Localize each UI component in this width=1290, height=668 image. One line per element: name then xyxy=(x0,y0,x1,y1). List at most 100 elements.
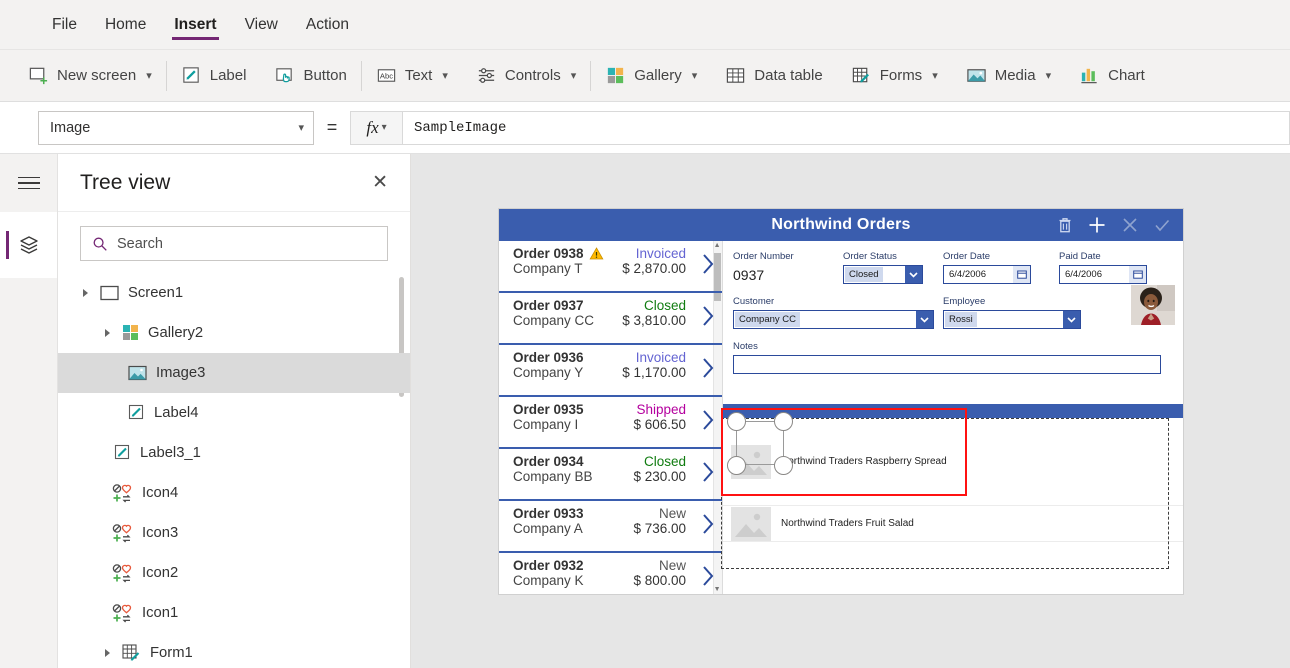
notes-input[interactable] xyxy=(733,355,1161,374)
chevron-down-icon[interactable] xyxy=(916,311,933,328)
property-selector-value: Image xyxy=(50,119,91,136)
property-selector[interactable]: Image ▾ xyxy=(38,110,314,145)
search-icon xyxy=(93,237,107,251)
tree-node-icon1[interactable]: Icon1 xyxy=(58,593,410,633)
chevron-right-icon[interactable] xyxy=(702,357,714,379)
ribbon-data-table-button[interactable]: Data table xyxy=(711,50,836,101)
field-label: Employee xyxy=(943,296,986,307)
calendar-icon[interactable] xyxy=(1013,266,1030,283)
order-row[interactable]: Order 0933 New Company A $ 736.00 xyxy=(499,501,722,553)
employee-dropdown[interactable]: Rossi xyxy=(943,310,1081,329)
tree-node-icon2[interactable]: Icon2 xyxy=(58,553,410,593)
order-row[interactable]: Order 0932 New Company K $ 800.00 xyxy=(499,553,722,594)
chevron-right-icon[interactable] xyxy=(702,461,714,483)
formula-input[interactable]: SampleImage xyxy=(402,110,1290,145)
chevron-expand-icon[interactable] xyxy=(78,289,92,297)
tree-node-label3-1[interactable]: Label3_1 xyxy=(58,433,410,473)
chevron-down-icon[interactable] xyxy=(1063,311,1080,328)
chevron-right-icon[interactable] xyxy=(702,305,714,327)
ribbon-text-button[interactable]: Abc Text ▾ xyxy=(362,50,462,101)
tree-node-label: Icon3 xyxy=(142,525,179,541)
ribbon-controls-button[interactable]: Controls ▾ xyxy=(462,50,590,101)
menu-tab-view[interactable]: View xyxy=(231,0,292,50)
order-row[interactable]: Order 0934 Closed Company BB $ 230.00 xyxy=(499,449,722,501)
icons-icon xyxy=(112,524,132,543)
resize-handle-bottom-right[interactable] xyxy=(774,456,793,475)
order-id: Order 0935 xyxy=(513,402,584,417)
tree-node-label4[interactable]: Label4 xyxy=(58,393,410,433)
svg-text:Abc: Abc xyxy=(380,71,393,80)
ribbon-text-label: Text xyxy=(404,67,433,84)
rail-tree-view-button[interactable] xyxy=(0,212,57,278)
field-label: Order Status xyxy=(843,251,897,262)
ribbon-chart-label: Chart xyxy=(1108,67,1145,84)
check-icon[interactable] xyxy=(1153,216,1171,234)
search-input[interactable]: Search xyxy=(80,226,388,261)
order-row[interactable]: Order 0937 Closed Company CC $ 3,810.00 xyxy=(499,293,722,345)
chevron-right-icon[interactable] xyxy=(702,565,714,587)
customer-dropdown[interactable]: Company CC xyxy=(733,310,934,329)
resize-handle-top-left[interactable] xyxy=(727,412,746,431)
tree-node-gallery2[interactable]: Gallery2 xyxy=(58,313,410,353)
tree-node-icon4[interactable]: Icon4 xyxy=(58,473,410,513)
fx-toggle-button[interactable]: fx ▾ xyxy=(350,110,402,145)
label-icon xyxy=(183,67,199,83)
label-icon xyxy=(128,404,144,420)
order-date-picker[interactable]: 6/4/2006 xyxy=(943,265,1031,284)
plus-icon[interactable] xyxy=(1087,215,1107,235)
tree-node-image3[interactable]: Image3 xyxy=(58,353,410,393)
tree-node-form1[interactable]: Form1 xyxy=(58,633,410,668)
field-order-status: Order Status Closed xyxy=(843,251,943,284)
app-preview-screen: Northwind Orders ▲ ▼ Order 0938 Invoiced… xyxy=(499,209,1183,594)
trash-icon[interactable] xyxy=(1057,216,1073,234)
chevron-right-icon[interactable] xyxy=(702,513,714,535)
close-icon[interactable]: ✕ xyxy=(372,173,388,192)
order-row[interactable]: Order 0935 Shipped Company I $ 606.50 xyxy=(499,397,722,449)
controls-icon xyxy=(478,68,494,83)
calendar-icon[interactable] xyxy=(1129,266,1146,283)
gallery-icon xyxy=(123,325,138,340)
order-row[interactable]: Order 0936 Invoiced Company Y $ 1,170.00 xyxy=(499,345,722,397)
resize-handle-bottom-left[interactable] xyxy=(727,456,746,475)
chevron-down-icon[interactable]: ▾ xyxy=(932,69,938,82)
field-value: 0937 xyxy=(733,267,765,283)
ribbon-media-button[interactable]: Media ▾ xyxy=(952,50,1065,101)
chevron-down-icon[interactable] xyxy=(905,266,922,283)
field-customer: Customer Company CC xyxy=(733,296,943,329)
chevron-right-icon[interactable] xyxy=(702,409,714,431)
ribbon-new-screen-button[interactable]: New screen ▾ xyxy=(0,50,166,101)
icons-icon xyxy=(112,604,132,623)
ribbon-button-button[interactable]: Button xyxy=(260,50,360,101)
ribbon-gallery-button[interactable]: Gallery ▾ xyxy=(591,50,711,101)
paid-date-picker[interactable]: 6/4/2006 xyxy=(1059,265,1147,284)
chevron-right-icon[interactable] xyxy=(702,253,714,275)
menu-tab-insert[interactable]: Insert xyxy=(160,0,230,50)
tree-node-label: Form1 xyxy=(150,645,193,661)
close-icon[interactable] xyxy=(1121,216,1139,234)
menu-tab-file[interactable]: File xyxy=(38,0,91,50)
ribbon-new-screen-label: New screen xyxy=(57,67,137,84)
chevron-expand-icon[interactable] xyxy=(100,329,114,337)
resize-handle-top-right[interactable] xyxy=(774,412,793,431)
chevron-down-icon: ▾ xyxy=(298,122,304,134)
chevron-down-icon[interactable]: ▾ xyxy=(571,69,577,82)
form-fields: Order Number 0937 Order Status Closed Or… xyxy=(723,241,1183,404)
order-row[interactable]: Order 0938 Invoiced Company T $ 2,870.00 xyxy=(499,241,722,293)
order-amount: $ 800.00 xyxy=(633,573,686,588)
app-body: ▲ ▼ Order 0938 Invoiced Company T $ 2,87… xyxy=(499,241,1183,594)
ribbon-label-button[interactable]: Label xyxy=(167,50,261,101)
tree-node-icon3[interactable]: Icon3 xyxy=(58,513,410,553)
chevron-down-icon[interactable]: ▾ xyxy=(146,69,152,82)
menu-tab-action[interactable]: Action xyxy=(292,0,363,50)
order-status-dropdown[interactable]: Closed xyxy=(843,265,923,284)
ribbon-chart-button[interactable]: Chart xyxy=(1065,50,1159,101)
menu-tab-home[interactable]: Home xyxy=(91,0,160,50)
ribbon-forms-button[interactable]: Forms ▾ xyxy=(837,50,952,101)
chevron-expand-icon[interactable] xyxy=(100,649,114,657)
chevron-down-icon[interactable]: ▾ xyxy=(1046,69,1052,82)
hamburger-menu-button[interactable] xyxy=(0,154,57,212)
chevron-down-icon[interactable]: ▾ xyxy=(442,69,448,82)
chevron-down-icon[interactable]: ▾ xyxy=(692,69,698,82)
tree-node-screen1[interactable]: Screen1 xyxy=(58,273,410,313)
form-row-1: Order Number 0937 Order Status Closed Or… xyxy=(733,251,1169,284)
